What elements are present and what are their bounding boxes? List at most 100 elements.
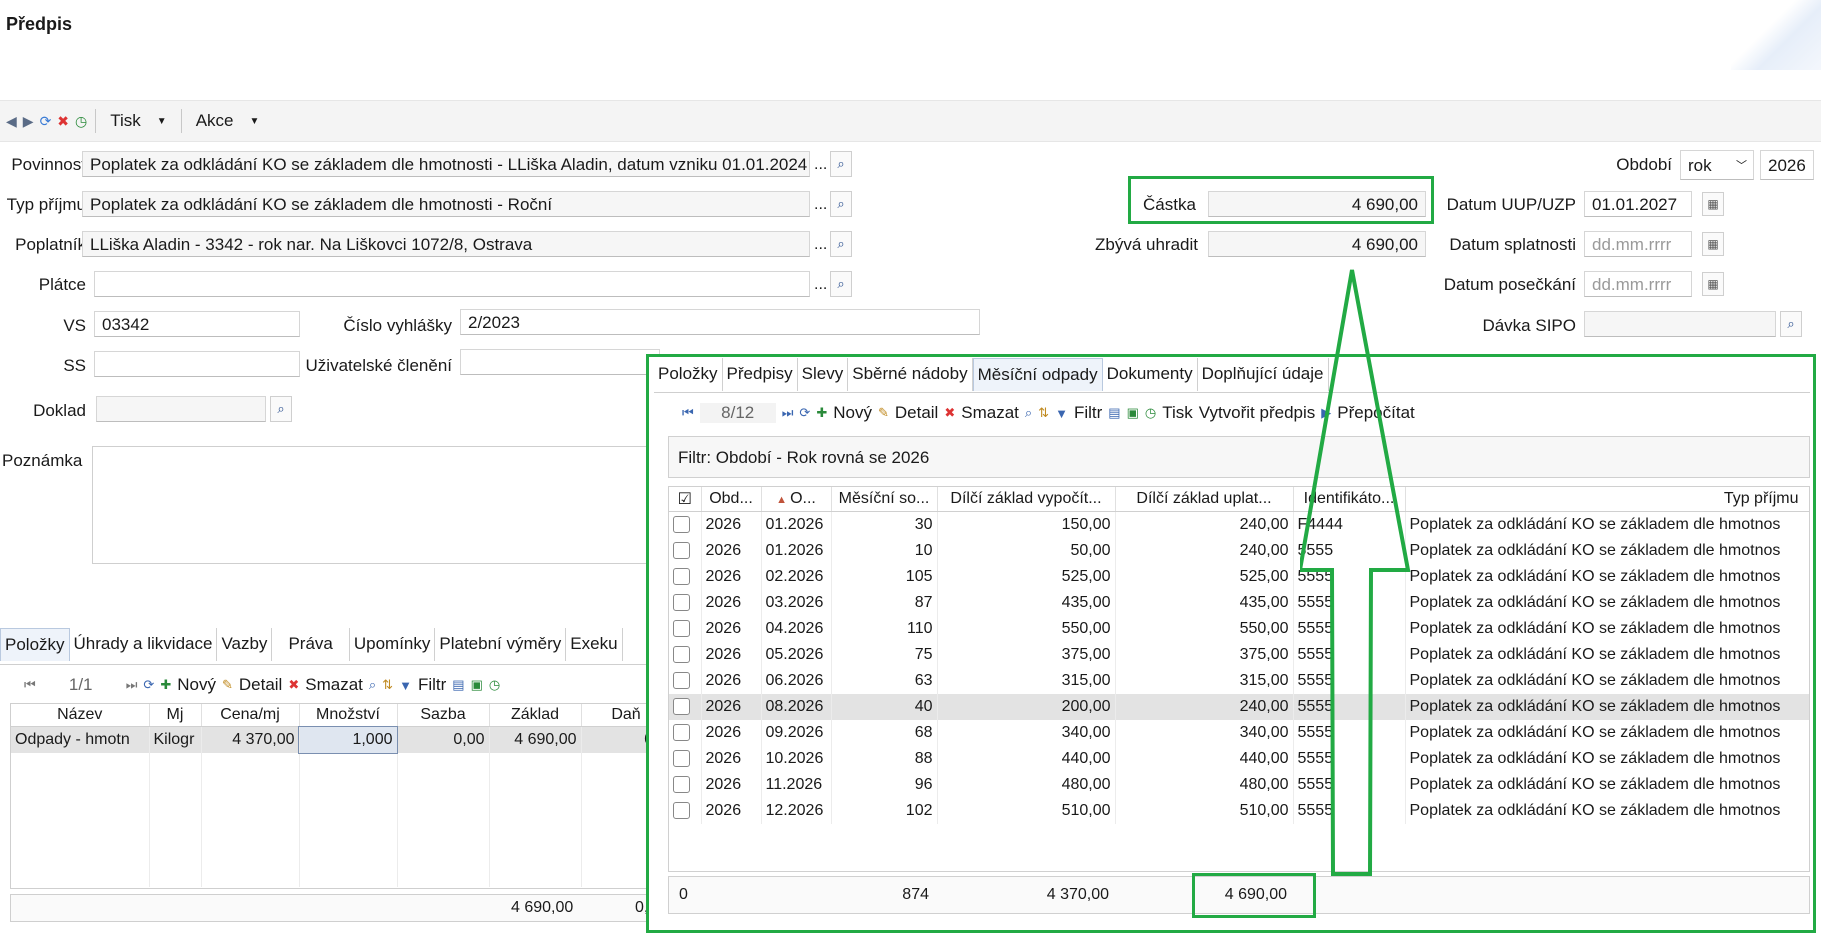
table-row[interactable]: 2026 05.2026 75 375,00 375,00 5555 Poplatek za… — [669, 642, 1809, 668]
delete-icon[interactable]: ✖ — [944, 405, 955, 421]
table-row[interactable]: 2026 02.2026 105 525,00 525,00 5555 Poplatek z… — [669, 564, 1809, 590]
excel-icon[interactable]: ▣ — [471, 677, 483, 693]
poplatnik-field[interactable]: LLiška Aladin - 3342 - rok nar. Na Liško… — [82, 231, 810, 257]
refresh-icon[interactable]: ⟳ — [40, 113, 52, 130]
tab-mesicni-odpady[interactable]: Měsíční odpady — [972, 358, 1103, 391]
first-page-icon[interactable]: ⏮ — [682, 405, 694, 421]
back-icon[interactable]: ◀ — [6, 113, 17, 130]
right-filter-button[interactable]: Filtr — [1074, 403, 1102, 423]
tab-polozky[interactable]: Položky — [0, 628, 70, 661]
filter-icon[interactable]: ▼ — [1055, 406, 1068, 421]
row-checkbox[interactable] — [669, 511, 702, 538]
uzivatelske-cleneni-field[interactable] — [460, 349, 660, 375]
datum-poseckani-field[interactable]: dd.mm.rrrr — [1584, 271, 1692, 297]
tab-uhrady[interactable]: Úhrady a likvidace — [69, 628, 218, 661]
datum-splatnosti-field[interactable]: dd.mm.rrrr — [1584, 231, 1692, 257]
search-icon[interactable]: ⌕ — [270, 396, 292, 422]
row-checkbox[interactable] — [669, 538, 702, 564]
right-detail-button[interactable]: Detail — [895, 403, 938, 423]
row-checkbox[interactable] — [669, 564, 702, 590]
tab-upominky[interactable]: Upomínky — [349, 628, 436, 661]
tab-vazby[interactable]: Vazby — [217, 628, 273, 661]
excel-icon[interactable]: ▣ — [1127, 405, 1139, 421]
checkbox-icon[interactable] — [673, 750, 690, 768]
tab-polozky[interactable]: Položky — [654, 358, 723, 391]
tab-prava[interactable]: Práva — [272, 628, 350, 661]
delete-icon[interactable]: ✖ — [288, 677, 299, 693]
davka-sipo-field[interactable] — [1584, 311, 1776, 337]
history-icon[interactable]: ◷ — [1145, 405, 1156, 421]
refresh-icon[interactable]: ⟳ — [799, 405, 810, 421]
col-dilci-zaklad-uplatneny[interactable]: Dílčí základ uplat... — [1115, 487, 1294, 512]
typ-prijmu-ellipsis-button[interactable]: ... — [814, 196, 827, 214]
tab-slevy[interactable]: Slevy — [797, 358, 849, 391]
new-icon[interactable]: ✚ — [816, 405, 827, 421]
search-icon[interactable]: ⌕ — [830, 231, 852, 257]
col-zaklad[interactable]: Základ — [489, 704, 582, 727]
first-page-icon[interactable]: ⏮ — [24, 677, 36, 693]
checkbox-icon[interactable] — [673, 620, 690, 638]
col-sazba[interactable]: Sazba — [397, 704, 490, 727]
poplatnik-ellipsis-button[interactable]: ... — [814, 236, 827, 254]
col-mesicni-soucet[interactable]: Měsíční so... — [831, 487, 938, 512]
row-checkbox[interactable] — [669, 642, 702, 668]
table-row[interactable]: 2026 11.2026 96 480,00 480,00 5555 Poplatek za… — [669, 772, 1809, 798]
row-checkbox[interactable] — [669, 772, 702, 798]
row-checkbox[interactable] — [669, 720, 702, 746]
row-checkbox[interactable] — [669, 694, 702, 720]
tab-platebni-vymery[interactable]: Platební výměry — [435, 628, 567, 661]
checkbox-icon[interactable] — [673, 594, 690, 612]
tab-exekuce[interactable]: Exeku — [566, 628, 623, 661]
tab-dokumenty[interactable]: Dokumenty — [1102, 358, 1198, 391]
table-row[interactable]: 2026 06.2026 63 315,00 315,00 5555 Poplatek za… — [669, 668, 1809, 694]
col-obdobi[interactable]: Obd... — [701, 487, 762, 512]
table-row[interactable]: 2026 01.2026 10 50,00 240,00 5555 Poplatek za … — [669, 538, 1809, 564]
obdobi-select[interactable]: rok ﹀ — [1680, 150, 1754, 180]
checkbox-icon[interactable] — [673, 802, 690, 820]
last-page-icon[interactable]: ⏭ — [126, 677, 138, 693]
platce-field[interactable] — [94, 271, 810, 297]
search-icon[interactable]: ⌕ — [830, 271, 852, 297]
table-row[interactable]: 2026 03.2026 87 435,00 435,00 5555 Poplatek za… — [669, 590, 1809, 616]
col-typ-prijmu[interactable]: Typ příjmu — [1405, 487, 1809, 512]
history-icon[interactable]: ◷ — [489, 677, 500, 693]
search-icon[interactable]: ⌕ — [1025, 405, 1032, 421]
checkbox-icon[interactable] — [673, 776, 690, 794]
ss-field[interactable] — [94, 351, 300, 377]
poznamka-textarea[interactable] — [92, 446, 654, 564]
table-row[interactable]: 2026 09.2026 68 340,00 340,00 5555 Poplatek za… — [669, 720, 1809, 746]
tab-predpisy[interactable]: Předpisy — [722, 358, 798, 391]
left-filter-button[interactable]: Filtr — [418, 675, 446, 695]
table-row[interactable]: 2026 04.2026 110 550,00 550,00 5555 Poplatek z… — [669, 616, 1809, 642]
row-checkbox[interactable] — [669, 746, 702, 772]
table-row[interactable]: Odpady - hmotn Kilogr 4 370,00 1,000 0,0… — [11, 725, 651, 754]
obdobi-year-field[interactable]: 2026 — [1760, 150, 1814, 180]
row-checkbox[interactable] — [669, 668, 702, 694]
search-icon[interactable]: ⌕ — [1780, 311, 1802, 337]
checkbox-icon[interactable] — [673, 698, 690, 716]
row-checkbox[interactable] — [669, 798, 702, 824]
checkbox-icon[interactable] — [673, 646, 690, 664]
check-all-icon[interactable]: ☑ — [669, 487, 702, 512]
tab-sberne-nadoby[interactable]: Sběrné nádoby — [848, 358, 973, 391]
right-delete-button[interactable]: Smazat — [961, 403, 1019, 423]
table-row[interactable]: 2026 08.2026 40 200,00 240,00 5555 Poplatek za… — [669, 694, 1809, 720]
search-icon[interactable]: ⌕ — [830, 191, 852, 217]
checkbox-icon[interactable] — [673, 724, 690, 742]
platce-ellipsis-button[interactable]: ... — [814, 276, 827, 294]
cislo-vyhlasky-field[interactable]: 2/2023 — [460, 309, 980, 335]
table-row[interactable]: 2026 01.2026 30 150,00 240,00 F4444 Poplatek z… — [669, 511, 1809, 538]
row-checkbox[interactable] — [669, 616, 702, 642]
checkbox-icon[interactable] — [673, 542, 690, 560]
last-page-icon[interactable]: ⏭ — [782, 405, 794, 421]
col-dan[interactable]: Daň — [581, 704, 651, 727]
col-nazev[interactable]: Název — [11, 704, 150, 727]
calendar-icon[interactable]: ▦ — [1702, 232, 1724, 256]
right-new-button[interactable]: Nový — [833, 403, 872, 423]
detail-icon[interactable]: ✎ — [878, 405, 889, 421]
sort-icon[interactable]: ⇅ — [382, 677, 393, 693]
castka-field[interactable]: 4 690,00 — [1208, 191, 1426, 217]
col-cena[interactable]: Cena/mj — [201, 704, 300, 727]
checkbox-icon[interactable] — [673, 568, 690, 586]
left-detail-button[interactable]: Detail — [239, 675, 282, 695]
